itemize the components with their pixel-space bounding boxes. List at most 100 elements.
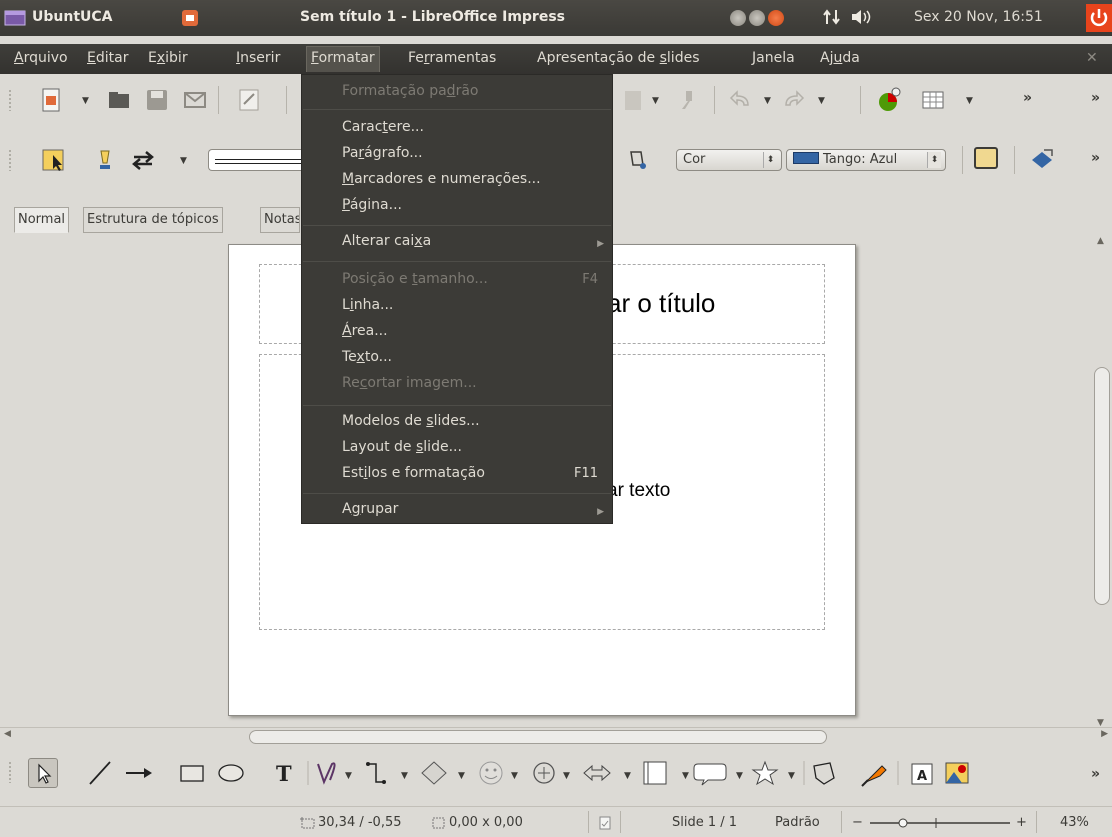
transformations-icon[interactable] xyxy=(1028,146,1056,172)
menuitem-alterar-caixa[interactable]: Alterar caixa xyxy=(342,233,431,249)
menu-apresentacao-de-slides[interactable]: Apresentação de slides xyxy=(537,50,700,66)
menuitem-modelos-de-slides[interactable]: Modelos de slides... xyxy=(342,413,480,429)
menu-arquivo[interactable]: Arquivo xyxy=(14,50,68,66)
connector-tool-icon[interactable] xyxy=(366,762,386,784)
new-dropdown-arrow[interactable]: ▼ xyxy=(82,96,89,106)
table-icon[interactable] xyxy=(920,87,946,113)
zoom-slider[interactable] xyxy=(870,816,1010,830)
menuitem-caractere[interactable]: Caractere... xyxy=(342,119,424,135)
menuitem-estilos-e-formatacao[interactable]: Estilos e formatação xyxy=(342,465,485,481)
menu-exibir[interactable]: Exibir xyxy=(148,50,188,66)
zoom-level[interactable]: 43% xyxy=(1060,815,1089,830)
tab-estrutura-de-topicos[interactable]: Estrutura de tópicos xyxy=(83,207,223,233)
fill-type-select[interactable]: Cor ⬍ xyxy=(676,149,782,171)
toolbar-overflow-chevron-icon[interactable]: » xyxy=(1091,90,1100,106)
toolbar-grip[interactable] xyxy=(8,89,12,111)
edit-file-icon[interactable] xyxy=(236,87,262,113)
clock[interactable]: Sex 20 Nov, 16:51 xyxy=(914,9,1043,25)
basic-shapes-diamond-icon[interactable] xyxy=(421,761,447,785)
line-arrow-tool-icon[interactable] xyxy=(126,768,152,778)
menu-janela[interactable]: Janela xyxy=(752,50,795,66)
menuitem-pagina[interactable]: Página... xyxy=(342,197,402,213)
callout-icon[interactable] xyxy=(693,763,727,786)
flowchart-icon[interactable] xyxy=(643,761,667,785)
undo-icon[interactable] xyxy=(728,87,754,113)
toolbar-overflow-chevron-icon[interactable]: » xyxy=(1091,766,1100,782)
menuitem-area[interactable]: Área... xyxy=(342,323,388,339)
menuitem-formatacao-padrao[interactable]: Formatação padrão xyxy=(342,83,478,99)
open-icon[interactable] xyxy=(106,87,132,113)
clone-formatting-icon[interactable] xyxy=(676,87,702,113)
toolbar-overflow-chevron-icon[interactable]: » xyxy=(1023,90,1032,106)
tab-notas[interactable]: Notas xyxy=(260,207,300,233)
menuitem-agrupar[interactable]: Agrupar xyxy=(342,501,398,517)
layout-name[interactable]: Padrão xyxy=(775,815,820,830)
new-document-icon[interactable] xyxy=(38,87,64,113)
curve-tool-icon[interactable] xyxy=(317,762,336,785)
scroll-left-icon[interactable]: ◀ xyxy=(4,729,11,739)
menuitem-paragrafo[interactable]: Parágrafo... xyxy=(342,145,423,161)
points-icon[interactable] xyxy=(813,762,835,785)
document-modified-icon[interactable] xyxy=(598,816,612,830)
menuitem-layout-de-slide[interactable]: Layout de slide... xyxy=(342,439,462,455)
fill-color-select[interactable]: Tango: Azul ⬍ xyxy=(786,149,946,171)
ellipse-tool-icon[interactable] xyxy=(218,764,244,782)
shadow-color-icon[interactable] xyxy=(974,147,998,169)
paste-icon[interactable] xyxy=(620,87,646,113)
menu-editar[interactable]: Editar xyxy=(87,50,128,66)
email-icon[interactable] xyxy=(182,87,208,113)
impress-icon xyxy=(182,10,198,26)
scroll-right-icon[interactable]: ▶ xyxy=(1101,729,1108,739)
scroll-up-icon[interactable]: ▲ xyxy=(1097,236,1104,246)
glue-points-icon[interactable] xyxy=(861,765,887,787)
power-button[interactable] xyxy=(1086,4,1112,32)
line-tool-icon[interactable] xyxy=(89,761,111,785)
close-window-button[interactable] xyxy=(768,10,784,26)
maximize-button[interactable] xyxy=(749,10,765,26)
vertical-scroll-thumb[interactable] xyxy=(1094,367,1110,605)
menuitem-texto[interactable]: Texto... xyxy=(342,349,392,365)
line-style-icon[interactable] xyxy=(92,147,118,173)
toolbar-overflow-chevron-icon[interactable]: » xyxy=(1091,150,1100,166)
toolbar-grip[interactable] xyxy=(8,761,12,783)
menuitem-linha[interactable]: Linha... xyxy=(342,297,393,313)
menu-formatar[interactable]: Formatar xyxy=(306,46,380,72)
arrow-style-icon[interactable] xyxy=(130,147,156,173)
menuitem-marcadores-e-numeracoes[interactable]: Marcadores e numerações... xyxy=(342,171,541,187)
ubuntuca-app-icon[interactable] xyxy=(4,8,26,28)
app-name[interactable]: UbuntUCA xyxy=(32,9,113,25)
position-readout: 30,34 / -0,55 xyxy=(318,815,402,830)
rectangle-tool-icon[interactable] xyxy=(180,765,204,782)
format-menu: Formatação padrão Caractere... Parágrafo… xyxy=(301,74,613,524)
menuitem-recortar-imagem[interactable]: Recortar imagem... xyxy=(342,375,477,391)
network-icon[interactable] xyxy=(822,8,842,26)
styles-icon[interactable] xyxy=(40,147,66,173)
menu-ajuda[interactable]: Ajuda xyxy=(820,50,860,66)
chart-icon[interactable] xyxy=(876,87,902,113)
select-tool-button[interactable] xyxy=(28,758,58,788)
shortcut-f11: F11 xyxy=(573,466,598,481)
volume-icon[interactable] xyxy=(850,8,874,26)
menu-ferramentas[interactable]: Ferramentas xyxy=(408,50,496,66)
zoom-in-button[interactable]: + xyxy=(1016,815,1027,830)
toolbar-grip[interactable] xyxy=(8,149,12,171)
fontwork-icon[interactable]: A xyxy=(911,763,933,785)
zoom-out-button[interactable]: − xyxy=(852,815,863,830)
symbol-shapes-smiley-icon[interactable] xyxy=(479,761,503,785)
minimize-button[interactable] xyxy=(730,10,746,26)
horizontal-scroll-thumb[interactable] xyxy=(249,730,827,744)
menu-inserir[interactable]: Inserir xyxy=(236,50,280,66)
block-arrows-icon[interactable] xyxy=(533,762,555,784)
redo-icon[interactable] xyxy=(780,87,806,113)
line-style-combo[interactable] xyxy=(208,149,308,171)
insert-image-icon[interactable] xyxy=(945,762,969,784)
save-icon[interactable] xyxy=(144,87,170,113)
menuitem-posicao-e-tamanho[interactable]: Posição e tamanho... xyxy=(342,271,488,287)
close-document-button[interactable]: ✕ xyxy=(1086,50,1098,66)
area-fill-icon[interactable] xyxy=(625,147,649,171)
left-right-arrow-icon[interactable] xyxy=(583,764,611,782)
tab-normal[interactable]: Normal xyxy=(14,207,70,233)
shortcut-f4: F4 xyxy=(582,272,598,287)
star-icon[interactable] xyxy=(751,760,779,786)
text-tool-icon[interactable]: T xyxy=(276,761,292,786)
